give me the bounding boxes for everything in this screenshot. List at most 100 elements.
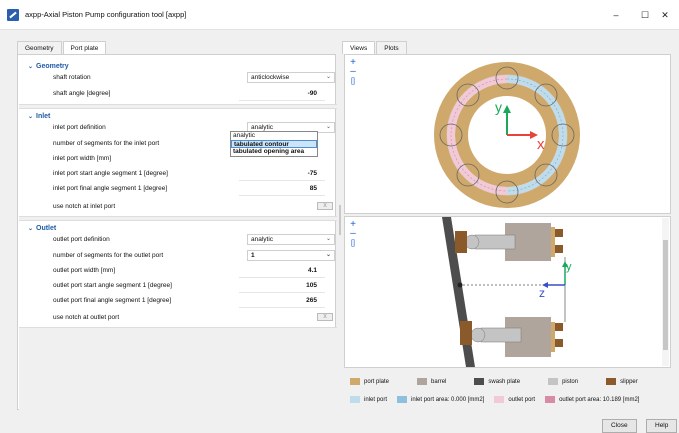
outlet-segments-label: number of segments for the outlet port [53,252,164,259]
inlet-start-angle-label: inlet port start angle segment 1 [degree… [53,170,168,177]
dropdown-option-tabulated-opening-area[interactable]: tabulated opening area [231,148,317,156]
inlet-width-label: inlet port width [mm] [53,155,112,162]
outlet-definition-label: outlet port definition [53,236,110,243]
legend-swatch [350,396,360,403]
legend-item-swash-plate: swash plate [474,378,520,385]
minimize-button[interactable]: – [603,5,629,25]
geometry-section-header[interactable]: ⌄ Geometry [28,63,69,70]
geometry-header-label: Geometry [36,63,69,70]
inlet-section-header[interactable]: ⌄ Inlet [28,113,50,120]
chevron-down-icon: ⌄ [28,226,34,232]
axis-y-label: y [566,261,572,273]
legend-swatch [417,378,428,385]
shaft-rotation-select[interactable]: anticlockwise ⌄ [247,72,335,83]
legend-item-slipper: slipper [606,378,638,385]
chevron-down-icon: ⌄ [325,124,331,130]
dropdown-option-tabulated-contour[interactable]: tabulated contour [231,140,317,148]
outlet-width-value[interactable]: 4.1 [308,267,317,274]
field-underline [239,292,325,293]
axis-z-label: z [539,286,545,300]
inlet-notch-toggle[interactable]: X [317,202,333,210]
inlet-definition-value: analytic [251,124,274,131]
inlet-notch-label: use notch at inlet port [53,203,116,210]
pump-side-view[interactable]: + – [] y z [344,216,671,368]
shaft-rotation-label: shaft rotation [53,74,91,81]
inlet-start-angle-value[interactable]: -75 [308,170,317,177]
splitter-handle[interactable] [339,205,341,235]
tab-port-plate[interactable]: Port plate [62,41,107,54]
chevron-down-icon: ⌄ [28,114,34,120]
section-separator [19,104,337,109]
outlet-final-angle-value[interactable]: 265 [306,297,317,304]
field-underline [239,195,325,196]
port-plate-top-view[interactable]: + – [] y x [344,54,671,214]
outlet-width-label: outlet port width [mm] [53,267,116,274]
outlet-final-angle-label: outlet port final angle segment 1 [degre… [53,297,172,304]
legend-item-piston: piston [548,378,578,385]
axis-x-label: x [537,136,545,153]
inlet-definition-dropdown: analytic tabulated contour tabulated ope… [230,131,318,157]
help-button[interactable]: Help [646,419,678,433]
legend-swatch [397,396,408,403]
chevron-down-icon: ⌄ [325,252,331,258]
outlet-start-angle-value[interactable]: 105 [306,282,317,289]
tab-views[interactable]: Views [342,41,376,54]
shaft-rotation-value: anticlockwise [251,74,290,81]
window-title: axpp-Axial Piston Pump configuration too… [25,10,187,19]
scrollbar-thumb[interactable] [663,240,668,350]
inlet-final-angle-value[interactable]: 85 [310,185,317,192]
legend-label: inlet port [364,396,388,403]
port-plate-drawing: y x [434,62,580,208]
inlet-final-angle-label: inlet port final angle segment 1 [degree… [53,185,168,192]
legend-row-2: inlet port inlet port area: 0.000 [mm2] … [350,396,639,403]
legend-swatch [548,378,559,385]
outlet-header-label: Outlet [36,225,57,232]
legend-label: inlet port area: 0.000 [mm2] [411,396,485,403]
axis-y-label: y [495,99,502,115]
shaft-angle-value[interactable]: -90 [308,90,317,97]
legend-swatch [606,378,617,385]
right-tab-bar: Views Plots [342,41,408,54]
outlet-start-angle-label: outlet port start angle segment 1 [degre… [53,282,172,289]
shaft-angle-label: shaft angle [degree] [53,90,111,97]
outlet-notch-toggle[interactable]: X [317,313,333,321]
app-icon [7,9,19,21]
pump-side-drawing: y z [442,217,572,367]
field-underline [239,180,325,181]
empty-panel-area [19,327,337,411]
legend-label: barrel [431,378,447,385]
tab-plots[interactable]: Plots [376,41,407,54]
dropdown-option-analytic[interactable]: analytic [231,132,317,140]
chevron-down-icon: ⌄ [325,74,331,80]
legend-item-barrel: barrel [417,378,446,385]
legend-label: swash plate [488,378,521,385]
legend-item-inlet-port: inlet port [350,396,387,403]
close-button[interactable]: Close [602,419,637,433]
section-separator [19,216,337,221]
legend-swatch [494,396,505,403]
legend-label: piston [562,378,579,385]
legend-swatch [545,396,556,403]
legend-swatch [350,378,360,385]
left-tab-bar: Geometry Port plate [17,41,107,54]
legend-label: port plate [364,378,390,385]
port-plate-panel: ⌄ Geometry shaft rotation anticlockwise ⌄ … [17,54,337,411]
outlet-definition-select[interactable]: analytic ⌄ [247,234,335,245]
field-underline [239,100,325,101]
inlet-segments-label: number of segments for the inlet port [53,140,160,147]
outlet-segments-select[interactable]: 1 ⌄ [247,250,335,261]
vertical-scrollbar[interactable] [662,218,669,366]
outlet-definition-value: analytic [251,236,274,243]
outlet-section-header[interactable]: ⌄ Outlet [28,225,56,232]
legend-label: slipper [620,378,638,385]
legend-row-1: port plate barrel swash plate piston sli… [350,378,638,385]
inlet-definition-label: inlet port definition [53,124,106,131]
chevron-down-icon: ⌄ [325,236,331,242]
outlet-segments-value: 1 [251,252,255,259]
legend-item-port-plate: port plate [350,378,389,385]
tab-geometry[interactable]: Geometry [17,41,62,54]
field-underline [239,277,325,278]
close-window-button[interactable]: ✕ [652,5,678,25]
legend-item-outlet-port-area: outlet port area: 10.189 [mm2] [545,396,639,403]
inlet-header-label: Inlet [36,113,51,120]
